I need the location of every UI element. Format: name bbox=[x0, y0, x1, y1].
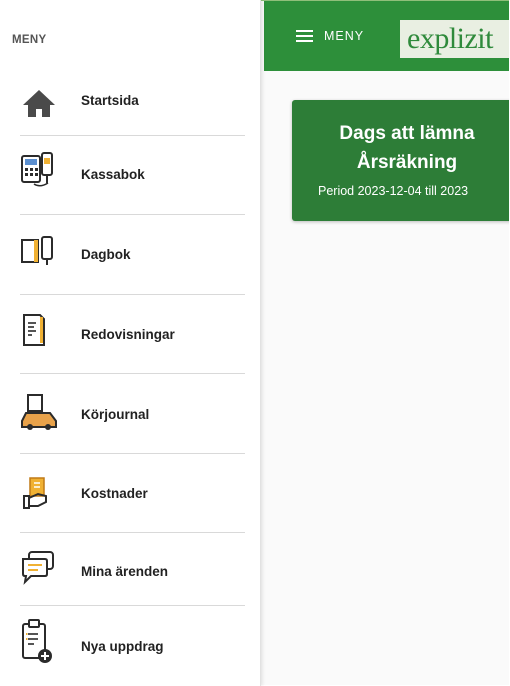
chat-icon bbox=[20, 550, 58, 588]
nav-item-label: Dagbok bbox=[81, 247, 131, 262]
nav-item-label: Körjournal bbox=[81, 407, 150, 422]
divider bbox=[20, 605, 245, 606]
nav-item-dagbok[interactable]: Dagbok bbox=[20, 234, 246, 292]
clipboard-add-icon bbox=[20, 618, 58, 663]
card-title-line1: Dags att lämna bbox=[339, 123, 475, 144]
divider bbox=[20, 373, 245, 374]
annual-report-card[interactable]: Dags att lämna Årsräkning Period 2023-12… bbox=[292, 100, 509, 221]
top-app-bar: MENY explizit bbox=[264, 1, 509, 71]
nav-item-korjournal[interactable]: Körjournal bbox=[20, 393, 246, 451]
nav-item-label: Startsida bbox=[81, 93, 139, 108]
nav-item-mina-arenden[interactable]: Mina ärenden bbox=[20, 550, 246, 608]
nav-item-kassabok[interactable]: Kassabok bbox=[20, 150, 246, 208]
nav-item-kostnader[interactable]: Kostnader bbox=[20, 476, 246, 534]
notebook-icon bbox=[20, 234, 58, 272]
divider bbox=[20, 135, 245, 136]
nav-item-nya-uppdrag[interactable]: Nya uppdrag bbox=[20, 618, 246, 676]
car-icon bbox=[20, 393, 58, 431]
menu-button-label: MENY bbox=[324, 29, 365, 43]
nav-item-label: Kostnader bbox=[81, 486, 148, 501]
card-period: Period 2023-12-04 till 2023 bbox=[318, 184, 469, 198]
calculator-icon bbox=[20, 150, 58, 188]
divider bbox=[20, 214, 245, 215]
card-title-line2: Årsräkning bbox=[356, 152, 458, 173]
divider bbox=[20, 453, 245, 454]
menu-button[interactable]: MENY bbox=[296, 25, 364, 47]
drawer-title: MENY bbox=[12, 34, 47, 46]
nav-item-label: Nya uppdrag bbox=[81, 639, 164, 654]
nav-item-redovisningar[interactable]: Redovisningar bbox=[20, 313, 246, 371]
hamburger-icon bbox=[296, 30, 313, 42]
nav-item-label: Redovisningar bbox=[81, 327, 175, 342]
navigation-drawer: MENY Startsida Kassabok Dagbok Redovisni… bbox=[0, 0, 261, 686]
nav-item-label: Mina ärenden bbox=[81, 564, 169, 579]
divider bbox=[20, 294, 245, 295]
brand-logo[interactable]: explizit bbox=[400, 20, 509, 58]
receipt-hand-icon bbox=[20, 476, 58, 514]
document-icon bbox=[20, 313, 58, 351]
nav-item-label: Kassabok bbox=[81, 167, 145, 182]
home-icon bbox=[20, 86, 58, 124]
divider bbox=[20, 532, 245, 533]
logo-text: explizit bbox=[407, 22, 493, 55]
